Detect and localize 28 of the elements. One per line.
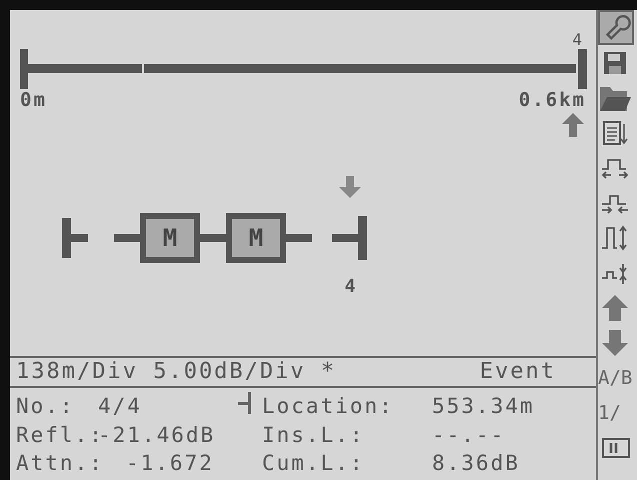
- distance-end-label: 0.6km: [518, 89, 586, 111]
- cursor-up-arrow-icon: [562, 113, 584, 137]
- event-number-label: 4: [572, 30, 582, 49]
- mode-label: Event: [480, 359, 556, 384]
- connector-event: M: [140, 213, 200, 263]
- field-label: Refl.:: [16, 422, 98, 448]
- field-value: --.--: [432, 422, 506, 448]
- field-label: Ins.L.:: [262, 422, 366, 448]
- toolbar-button[interactable]: 1/: [598, 395, 634, 430]
- toolbar-button[interactable]: A/B: [598, 360, 634, 395]
- field-label: Attn.:: [16, 450, 98, 476]
- field-value: 553.34m: [432, 393, 536, 419]
- connector-event: M: [226, 213, 286, 263]
- field-label: No.:: [16, 393, 76, 419]
- fiber-segment: [114, 234, 140, 242]
- fiber-segment: [286, 234, 312, 242]
- toolbar-button[interactable]: [598, 10, 634, 45]
- field-value: -21.46dB: [98, 422, 216, 448]
- field-value: 8.36dB: [432, 450, 521, 476]
- field-label: Location:: [262, 393, 395, 419]
- scale-readout: 138m/Div 5.00dB/Div *: [16, 359, 336, 384]
- event-number-label: 4: [344, 276, 356, 299]
- field-value: -1.672: [125, 450, 215, 476]
- field-value: 4/4: [98, 393, 143, 419]
- distance-start-label: 0m: [20, 89, 47, 111]
- fiber-start-icon: [62, 218, 88, 258]
- field-label: Cum.L.:: [262, 450, 366, 476]
- fiber-end-icon: [332, 216, 368, 260]
